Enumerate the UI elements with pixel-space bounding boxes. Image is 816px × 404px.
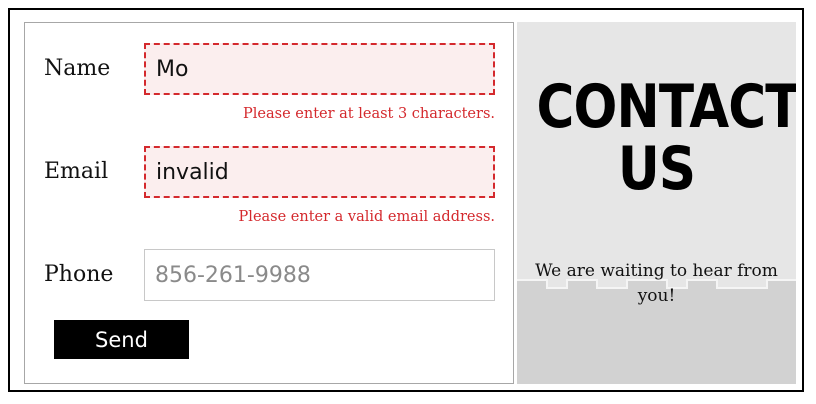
email-label: Email [44, 159, 109, 184]
phone-input-placeholder: 856-261-9988 [155, 262, 311, 288]
contact-tagline: We are waiting to hear from you! [535, 261, 778, 306]
name-input-value: Mo [156, 56, 189, 82]
email-error-message: Please enter a valid email address. [238, 209, 495, 225]
contact-card: Name Mo Please enter at least 3 characte… [8, 8, 804, 392]
email-input[interactable]: invalid [144, 146, 495, 198]
title-line-1: CONTACT [536, 72, 796, 142]
name-input[interactable]: Mo [144, 43, 495, 95]
name-label: Name [44, 56, 111, 81]
phone-input[interactable]: 856-261-9988 [144, 249, 495, 301]
send-button[interactable]: Send [54, 320, 189, 359]
title-line-2: US [617, 134, 696, 204]
phone-label: Phone [44, 262, 114, 287]
name-error-message: Please enter at least 3 characters. [243, 106, 495, 122]
contact-us-panel: CONTACT US We are waiting to hear from y… [517, 22, 796, 384]
contact-form: Name Mo Please enter at least 3 characte… [24, 22, 514, 384]
email-input-value: invalid [156, 159, 229, 185]
contact-us-title: CONTACT US [536, 72, 796, 204]
